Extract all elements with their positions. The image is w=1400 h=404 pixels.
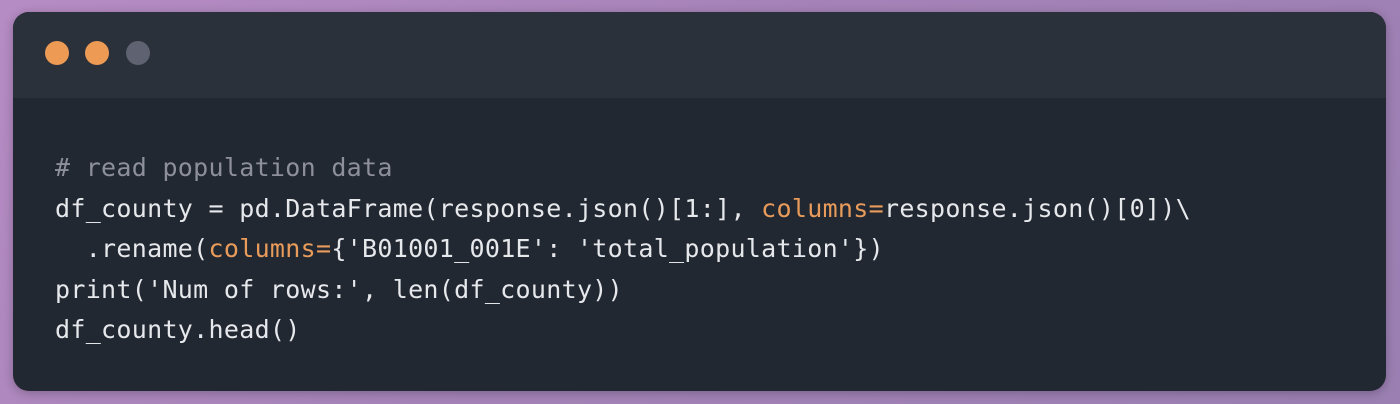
code-keyword-arg: columns= [208,234,332,263]
close-dot-icon[interactable] [45,41,69,65]
code-keyword-arg: columns= [761,193,884,223]
code-token: df_county = pd.DataFrame(response.json()… [55,193,762,223]
code-line-5: df_county.head() [55,310,1191,351]
code-token: response.json()[0])\ [883,193,1192,223]
maximize-dot-icon[interactable] [126,41,150,65]
window-titlebar [13,12,1386,98]
code-comment: # read population data [55,153,393,182]
code-block: # read population data df_county = pd.Dat… [55,148,1191,351]
code-line-3: .rename(columns={'B01001_001E': 'total_p… [55,229,1191,270]
code-line-4: print('Num of rows:', len(df_county)) [55,270,1191,311]
code-line-1: # read population data [55,148,1191,189]
code-line-2: df_county = pd.DataFrame(response.json()… [55,189,1191,230]
minimize-dot-icon[interactable] [85,41,109,65]
code-token: df_county.head() [55,315,301,344]
code-token: .rename( [55,234,209,263]
code-window: # read population data df_county = pd.Dat… [13,12,1386,391]
code-token: print('Num of rows:', len(df_county)) [55,274,623,304]
code-token: {'B01001_001E': 'total_population'}) [331,234,884,263]
